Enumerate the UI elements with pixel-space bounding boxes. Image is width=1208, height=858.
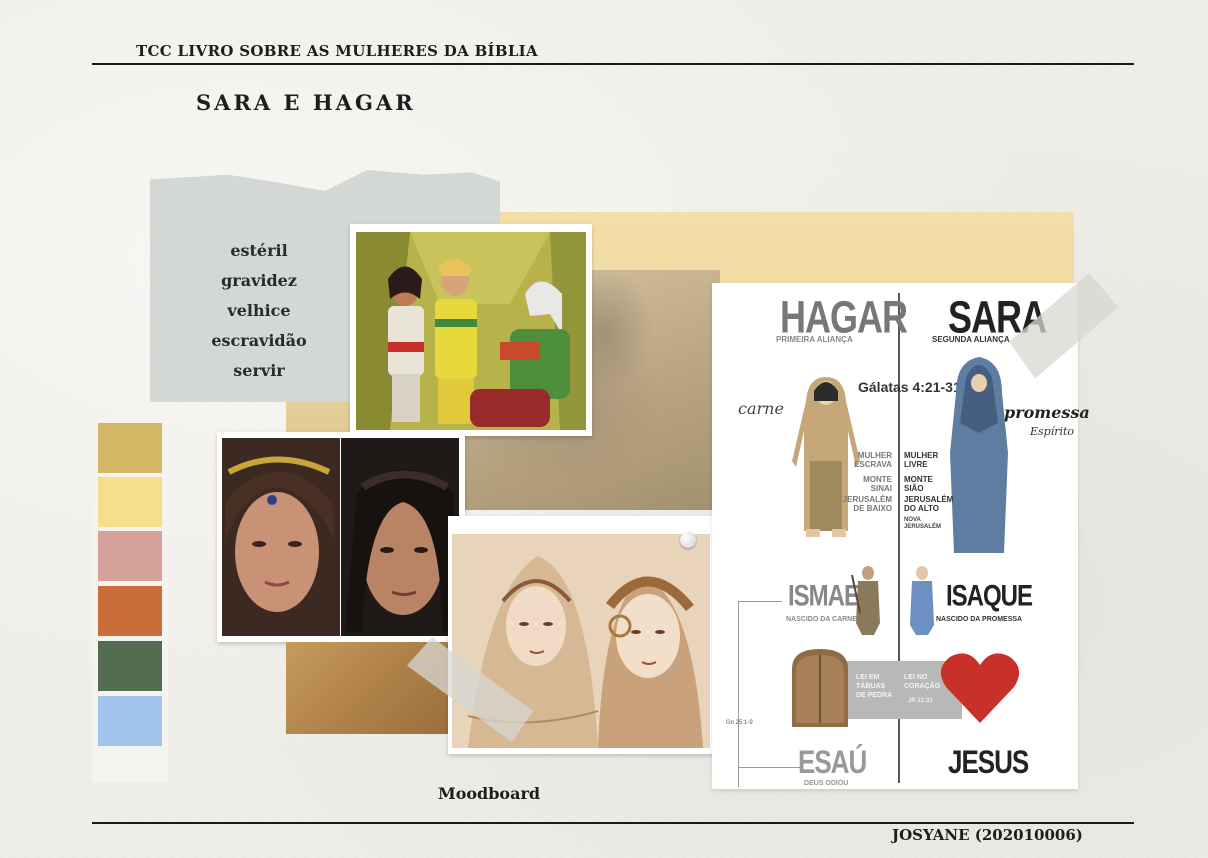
color-swatch: [98, 423, 162, 473]
pin-icon: [680, 532, 696, 548]
bible-illustration-photo: [350, 224, 592, 436]
hagar-label: MULHER ESCRAVA: [854, 451, 892, 469]
color-swatch: [98, 531, 162, 581]
jesus-heading: JESUS: [948, 743, 1029, 781]
keyword: gravidez: [221, 271, 297, 290]
author-credit: JOSYANE (202010006): [892, 826, 1083, 844]
keyword-list: estéril gravidez velhice escravidão serv…: [200, 236, 318, 386]
color-swatch: [98, 477, 162, 527]
keyword: escravidão: [211, 331, 307, 350]
law-left-label: LEI EM TÁBUAS DE PEDRA: [856, 674, 893, 699]
ismael-figure-icon: [851, 566, 880, 635]
tree-line: [738, 601, 739, 787]
keyword: velhice: [227, 301, 291, 320]
isaque-figure-icon: [910, 566, 934, 635]
esau-heading: ESAÚ: [798, 743, 867, 781]
carne-script: carne: [738, 399, 784, 418]
hagar-subtitle: PRIMEIRA ALIANÇA: [776, 335, 853, 344]
hagar-label: MONTE SINAI: [863, 475, 892, 493]
law-right-ref: JR 31:33: [908, 698, 933, 704]
stone-tablets-icon: [792, 649, 848, 727]
isaque-subtitle: NASCIDO DA PROMESSA: [936, 616, 1023, 623]
bible-illustration-image: [356, 232, 586, 430]
isaque-heading: ISAQUE: [946, 579, 1033, 613]
color-swatch: [98, 641, 162, 691]
footer-rule: [92, 822, 1134, 824]
portraits-photo: [217, 432, 465, 642]
keyword: estéril: [230, 241, 288, 260]
moodboard-label: Moodboard: [438, 784, 541, 803]
page-title: SARA E HAGAR: [196, 90, 416, 115]
sara-figure-icon: [950, 357, 1008, 553]
heart-icon: [940, 653, 1020, 723]
sara-label: MULHER LIVRE: [904, 451, 939, 469]
keyword: servir: [233, 361, 285, 380]
sara-subtitle: SEGUNDA ALIANÇA: [932, 335, 1010, 344]
promessa-script: promessa: [1004, 403, 1090, 422]
sara-label: JERUSALÉM DO ALTO: [904, 495, 954, 513]
sara-label: MONTE SIÃO: [904, 475, 933, 493]
header-title: TCC LIVRO SOBRE AS MULHERES DA BÍBLIA: [136, 42, 538, 60]
header-rule: [92, 63, 1134, 65]
ismael-subtitle: NASCIDO DA CARNE: [786, 616, 857, 623]
sara-label: NOVA JERUSALÉM: [904, 517, 942, 530]
espirito-script: Espírito: [1030, 425, 1075, 438]
tree-line: [738, 767, 800, 768]
color-swatch: [98, 586, 162, 636]
tree-line: [738, 601, 782, 602]
hagar-label: JERUSALÉM DE BAIXO: [842, 495, 892, 513]
left-reference: Gn 25:1-9: [726, 720, 753, 726]
portraits-image: [222, 438, 459, 636]
color-swatch: [98, 696, 162, 746]
esau-subtitle: DEUS ODIOU: [804, 780, 849, 787]
law-right-label: LEI NO CORAÇÃO: [904, 674, 941, 690]
